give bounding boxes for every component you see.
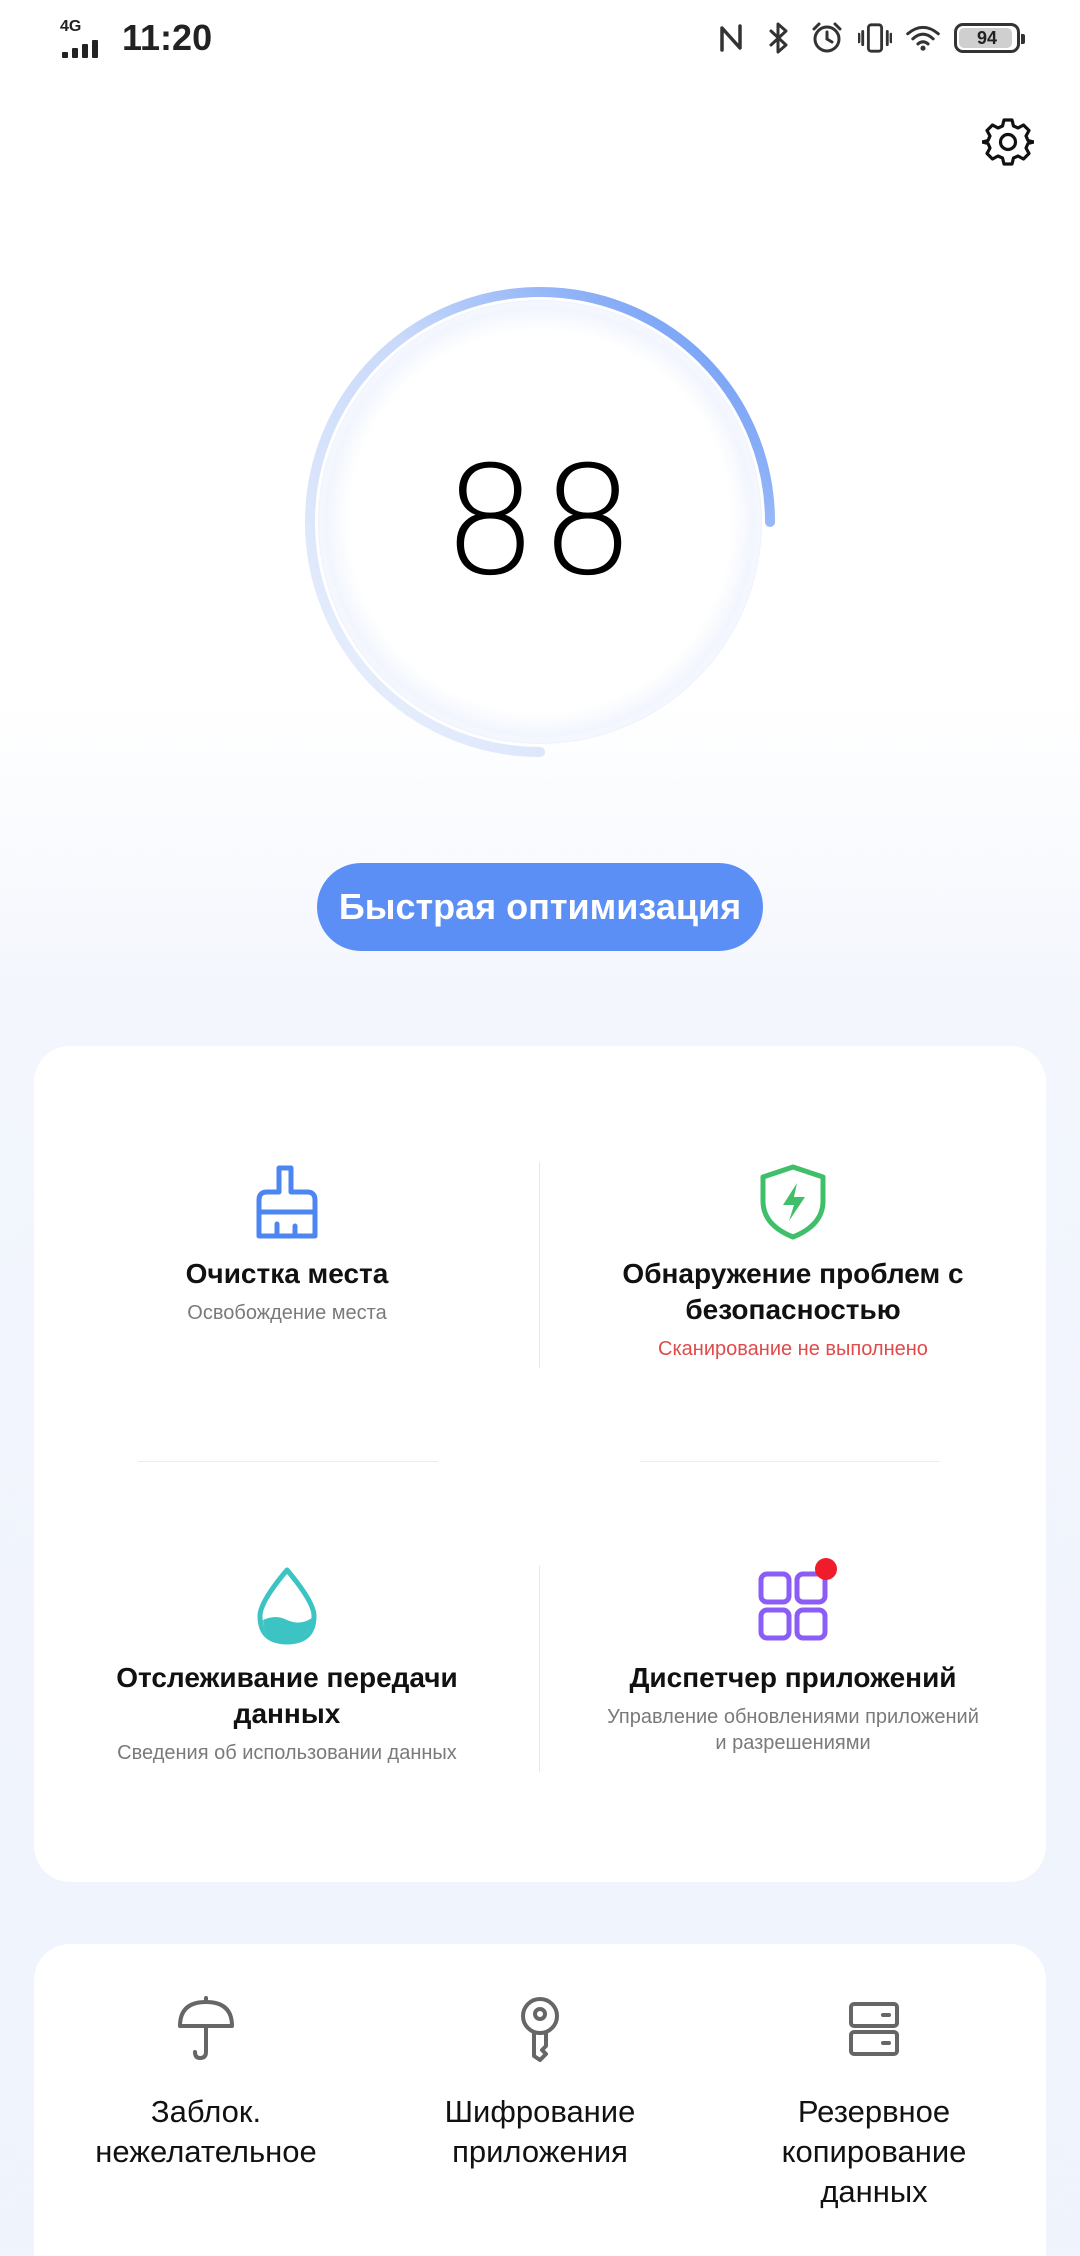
bluetooth-icon (762, 21, 796, 55)
umbrella-icon (171, 1994, 241, 2064)
water-drop-icon (247, 1566, 327, 1646)
tool-app-encryption[interactable]: Шифрование приложения (390, 1994, 690, 2172)
cellular-signal-icon: 4G (60, 18, 104, 58)
tile-security-scan[interactable]: Обнаружение проблем с безопасностью Скан… (540, 1162, 1046, 1362)
tool-data-backup[interactable]: Резервное копирование данных (724, 1994, 1024, 2212)
battery-icon: 94 (954, 23, 1025, 53)
tile-app-manager[interactable]: Диспетчер приложений Управление обновлен… (540, 1558, 1046, 1756)
tile-subtitle: Сведения об использовании данных (117, 1742, 457, 1764)
tile-data-usage[interactable]: Отслеживание передачи данных Сведения об… (34, 1566, 540, 1766)
quick-optimize-button[interactable]: Быстрая оптимизация (317, 863, 763, 951)
tile-title: Диспетчер приложений (629, 1662, 957, 1693)
tile-title: Отслеживание передачи данных (116, 1662, 458, 1729)
tile-subtitle: Освобождение места (187, 1302, 387, 1324)
battery-level: 94 (976, 27, 998, 48)
tile-title: Очистка места (185, 1258, 389, 1289)
divider (640, 1461, 940, 1462)
shield-bolt-icon (753, 1162, 833, 1242)
tile-title: Обнаружение проблем с безопасностью (622, 1258, 964, 1325)
clock: 11:20 (122, 17, 213, 58)
tile-storage-cleanup[interactable]: Очистка места Освобождение места (34, 1162, 540, 1326)
key-icon (505, 1994, 575, 2064)
status-left: 4G 11:20 (60, 18, 212, 58)
status-right: 94 (714, 18, 1025, 58)
app-grid-icon (753, 1558, 837, 1646)
score-value: 88 (442, 435, 638, 609)
health-score-ring[interactable]: 88 (290, 272, 790, 772)
notification-badge (815, 1558, 837, 1580)
divider (138, 1461, 438, 1462)
server-icon (839, 1994, 909, 2064)
tool-label: Заблок. нежелательное (95, 2094, 317, 2169)
divider (539, 1566, 540, 1772)
broom-icon (247, 1162, 327, 1242)
tool-block-spam[interactable]: Заблок. нежелательное (56, 1994, 356, 2172)
divider (539, 1162, 540, 1368)
tile-subtitle: Управление обновлениями приложений и раз… (607, 1706, 979, 1754)
status-bar: 4G 11:20 94 (0, 0, 1080, 80)
features-card: Очистка места Освобождение места Обнаруж… (34, 1046, 1046, 1882)
nfc-icon (714, 21, 748, 55)
alarm-icon (810, 21, 844, 55)
tools-card: Заблок. нежелательное Шифрование приложе… (34, 1944, 1046, 2256)
tool-label: Шифрование приложения (444, 2094, 636, 2169)
settings-button[interactable] (978, 112, 1038, 172)
tile-subtitle-warning: Сканирование не выполнено (658, 1338, 928, 1360)
gear-icon (982, 118, 1034, 166)
tool-label: Резервное копирование данных (781, 2094, 967, 2209)
wifi-icon (906, 21, 940, 55)
vibrate-icon (858, 21, 892, 55)
